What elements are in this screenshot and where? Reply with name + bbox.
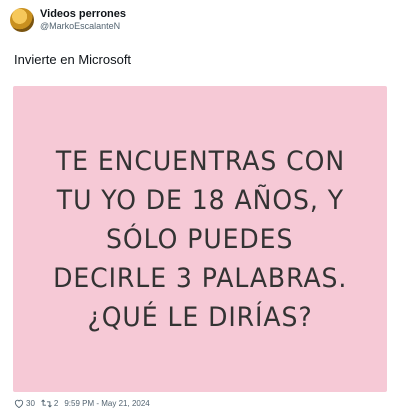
user-handle[interactable]: @MarkoEscalanteN: [40, 20, 126, 32]
retweet-icon: [41, 399, 52, 408]
image-text-line: TE ENCUENTRAS CON: [55, 145, 345, 177]
tweet-header: Videos perrones @MarkoEscalanteN: [10, 8, 126, 32]
like-button[interactable]: 30: [14, 399, 35, 408]
tweet-image[interactable]: TE ENCUENTRAS CON TU YO DE 18 AÑOS, Y SÓ…: [13, 86, 387, 392]
like-count: 30: [26, 399, 35, 408]
image-text-line: DECIRLE 3 PALABRAS.: [52, 262, 348, 294]
image-text-line: ¿QUÉ LE DIRÍAS?: [87, 301, 313, 333]
avatar[interactable]: [10, 8, 34, 32]
image-text-line: TU YO DE 18 AÑOS, Y: [56, 184, 344, 216]
timestamp[interactable]: 9:59 PM - May 21, 2024: [64, 399, 149, 408]
tweet-footer: 30 2 9:59 PM - May 21, 2024: [14, 399, 150, 408]
retweet-count: 2: [53, 399, 59, 408]
tweet-text: Invierte en Microsoft: [14, 52, 132, 67]
image-text-line: SÓLO PUEDES: [106, 223, 294, 255]
author-names: Videos perrones @MarkoEscalanteN: [40, 8, 126, 32]
retweet-button[interactable]: 2: [41, 399, 58, 408]
heart-icon: [14, 399, 24, 408]
display-name[interactable]: Videos perrones: [40, 8, 126, 20]
